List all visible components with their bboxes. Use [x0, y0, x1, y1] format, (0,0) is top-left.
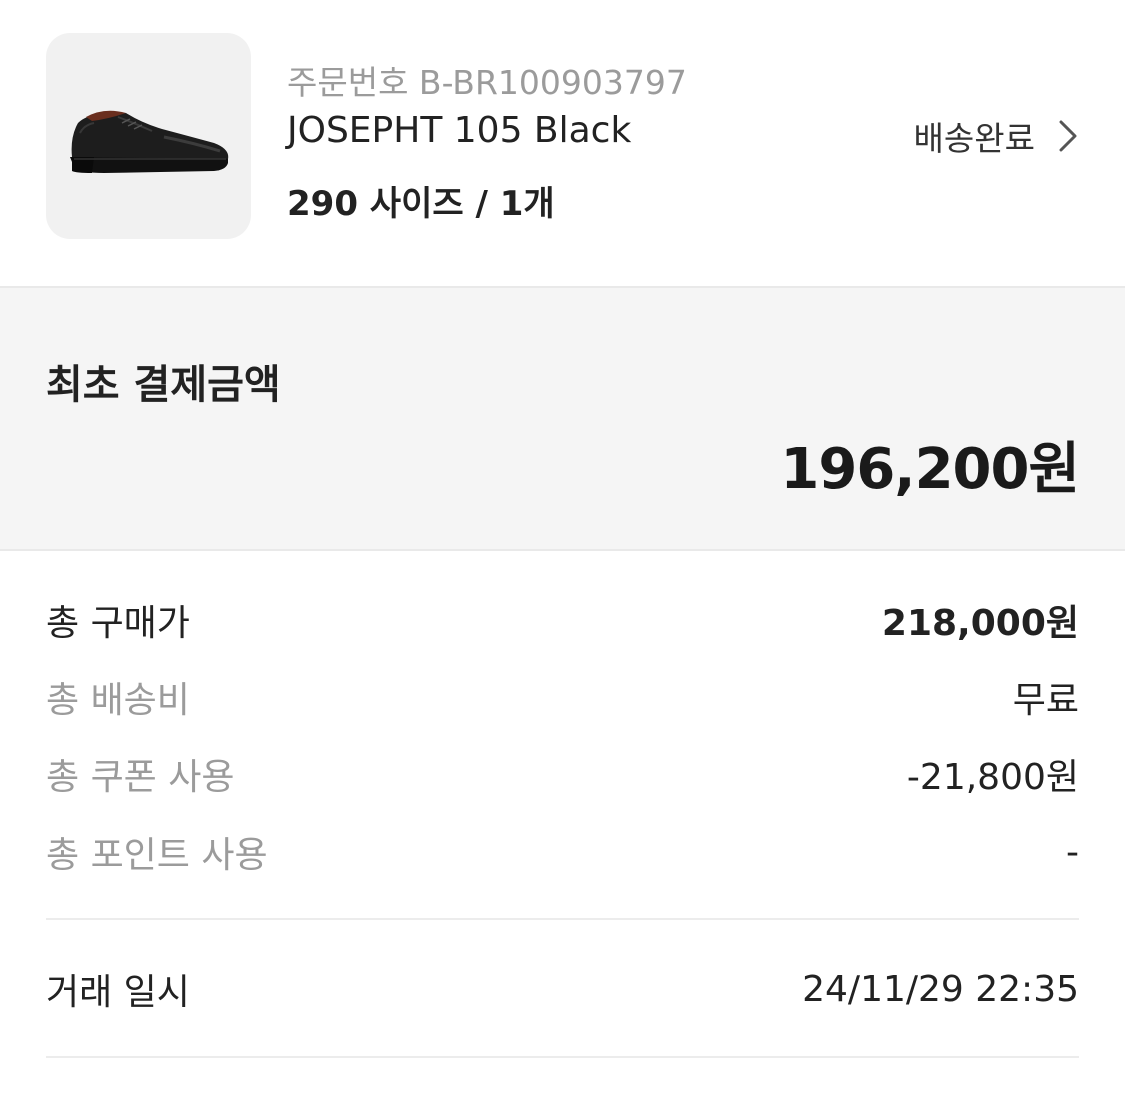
- breakdown-value: -: [1066, 831, 1079, 873]
- point-usage-row: 총 포인트 사용 -: [46, 828, 1079, 877]
- coupon-usage-row: 총 쿠폰 사용 -21,800원: [46, 750, 1079, 798]
- transaction-time-row: 거래 일시 24/11/29 22:35: [46, 965, 1079, 1014]
- shoe-icon: [70, 110, 229, 173]
- order-detail-page: 주문번호 B-BR100903797 JOSEPHT 105 Black 290…: [0, 0, 1125, 1103]
- breakdown-value: 무료: [1012, 680, 1079, 721]
- transaction-time-value: 24/11/29 22:35: [802, 968, 1079, 1010]
- initial-payment-title: 최초 결제금액: [46, 362, 281, 408]
- order-number: 주문번호 B-BR100903797: [287, 63, 687, 102]
- initial-payment-panel: 최초 결제금액 196,200원: [0, 286, 1125, 551]
- transaction-time-label: 거래 일시: [46, 972, 190, 1013]
- divider: [46, 1056, 1079, 1058]
- breakdown-label: 총 포인트 사용: [46, 835, 268, 876]
- divider: [46, 918, 1079, 920]
- delivery-status-label: 배송완료: [913, 119, 1035, 158]
- chevron-right-icon: [1059, 120, 1077, 152]
- product-thumbnail: [46, 33, 251, 239]
- product-option: 290 사이즈 / 1개: [287, 184, 555, 224]
- breakdown-value: 218,000원: [881, 603, 1079, 644]
- breakdown-label: 총 쿠폰 사용: [46, 757, 235, 798]
- delivery-status-link[interactable]: 배송완료: [914, 116, 1079, 158]
- breakdown-value: -21,800원: [906, 757, 1079, 798]
- breakdown-label: 총 구매가: [46, 603, 190, 644]
- product-name: JOSEPHT 105 Black: [287, 110, 632, 151]
- total-purchase-row: 총 구매가 218,000원: [46, 596, 1079, 644]
- initial-payment-amount: 196,200원: [780, 437, 1080, 502]
- order-summary-card[interactable]: 주문번호 B-BR100903797 JOSEPHT 105 Black 290…: [0, 0, 1125, 286]
- breakdown-label: 총 배송비: [46, 680, 190, 721]
- shipping-fee-row: 총 배송비 무료: [46, 673, 1079, 721]
